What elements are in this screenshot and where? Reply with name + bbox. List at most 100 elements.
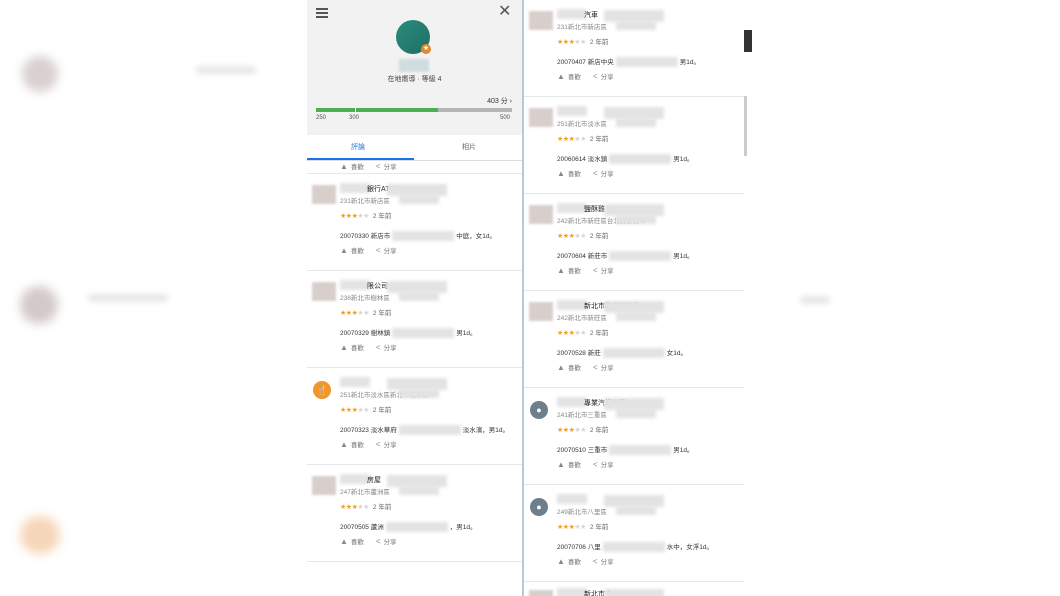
review-text: 20070510 三重市 男1d。: [557, 444, 693, 456]
points-value: 403 分: [487, 98, 508, 105]
thumbs-up-icon[interactable]: ▲: [340, 343, 348, 352]
place-thumbnail[interactable]: [529, 590, 553, 596]
like-button[interactable]: 喜歡: [351, 439, 364, 449]
place-name[interactable]: 鹽酥雞: [584, 204, 605, 214]
share-icon[interactable]: <: [593, 266, 598, 275]
review-text-end: 女1d。: [666, 350, 687, 357]
share-icon[interactable]: <: [593, 72, 598, 81]
thumbs-up-icon[interactable]: ▲: [340, 162, 348, 171]
star-rating: ★★★★★ 2 年前: [557, 424, 608, 434]
place-name[interactable]: 限公司: [367, 281, 388, 291]
place-name-redacted: [604, 589, 664, 596]
share-icon[interactable]: <: [593, 460, 598, 469]
address-redacted: [399, 195, 439, 204]
review-item: ▲ 喜歡 < 分享: [307, 161, 522, 174]
review-text-start: 20070323 淡水華府: [340, 427, 397, 434]
thumbs-up-icon[interactable]: ▲: [340, 246, 348, 255]
share-icon[interactable]: <: [376, 537, 381, 546]
place-thumbnail[interactable]: [529, 205, 553, 224]
address-redacted: [616, 312, 656, 321]
tab-photos[interactable]: 相片: [462, 142, 476, 152]
share-icon[interactable]: <: [593, 557, 598, 566]
share-button[interactable]: 分享: [601, 459, 614, 469]
place-name[interactable]: 汽車: [584, 10, 598, 20]
background-blur-avatar-2: [20, 286, 58, 324]
share-icon[interactable]: <: [376, 440, 381, 449]
place-thumbnail[interactable]: [529, 108, 553, 127]
place-thumbnail[interactable]: [529, 302, 553, 321]
star-rating: ★★★★★ 2 年前: [557, 327, 608, 337]
progress-tick-mark: [355, 108, 356, 112]
star-rating: ★★★★★ 2 年前: [340, 307, 391, 317]
thumbs-up-icon[interactable]: ▲: [340, 537, 348, 546]
review-text-end: ，男1d。: [449, 524, 477, 531]
local-guide-badge-icon: ★: [421, 44, 431, 54]
review-text-redacted: [609, 154, 672, 165]
background-blur-line: [196, 66, 256, 74]
star-icon: ★: [580, 233, 586, 240]
like-button[interactable]: 喜歡: [568, 71, 581, 81]
share-icon[interactable]: <: [593, 169, 598, 178]
like-button[interactable]: 喜歡: [568, 556, 581, 566]
review-text: 20070330 新店市 中庭，女1d。: [340, 230, 496, 242]
share-button[interactable]: 分享: [384, 161, 397, 171]
star-icon: ★: [580, 330, 586, 337]
review-text-redacted: [602, 542, 665, 553]
close-icon[interactable]: ✕: [498, 4, 511, 20]
share-button[interactable]: 分享: [601, 168, 614, 178]
points-link[interactable]: 403 分 ›: [487, 96, 512, 106]
thumbs-up-icon[interactable]: ▲: [557, 363, 565, 372]
review-time: 2 年前: [589, 233, 609, 240]
thumbs-up-icon[interactable]: ▲: [557, 266, 565, 275]
address-redacted: [616, 215, 656, 224]
review-actions: ▲ 喜歡 < 分享: [340, 439, 397, 450]
review-list-left: ▲ 喜歡 < 分享 銀行ATM(231新北市新店區 ★★★★★ 2 年前 20070330 新…: [307, 161, 522, 562]
thumbs-up-icon[interactable]: ▲: [557, 460, 565, 469]
profile-name-redacted: [399, 59, 429, 72]
share-icon[interactable]: <: [376, 162, 381, 171]
share-button[interactable]: 分享: [384, 536, 397, 546]
location-pin-icon: ●: [530, 498, 548, 516]
place-name-redacted: [557, 300, 587, 310]
menu-icon[interactable]: [316, 8, 328, 18]
tick-label-end: 500: [500, 115, 511, 121]
like-button[interactable]: 喜歡: [568, 362, 581, 372]
like-button[interactable]: 喜歡: [568, 265, 581, 275]
place-name-redacted: [340, 474, 370, 484]
review-text-start: 20070528 新莊: [557, 350, 601, 357]
place-thumbnail[interactable]: [312, 476, 336, 495]
place-thumbnail[interactable]: [312, 185, 336, 204]
share-button[interactable]: 分享: [384, 342, 397, 352]
share-button[interactable]: 分享: [601, 556, 614, 566]
share-button[interactable]: 分享: [601, 362, 614, 372]
review-text: 20070528 新莊 女1d。: [557, 347, 687, 359]
place-thumbnail[interactable]: [529, 11, 553, 30]
star-icon: ★: [363, 504, 369, 511]
share-button[interactable]: 分享: [384, 245, 397, 255]
star-icon: ★: [580, 524, 586, 531]
like-button[interactable]: 喜歡: [351, 536, 364, 546]
like-button[interactable]: 喜歡: [568, 168, 581, 178]
place-address: 251新北市淡水區: [557, 121, 607, 128]
review-item: 新北市立220新北: [524, 582, 744, 596]
place-address: 249新北市八里區: [557, 509, 607, 516]
thumbs-up-icon[interactable]: ▲: [557, 72, 565, 81]
share-icon[interactable]: <: [593, 363, 598, 372]
like-button[interactable]: 喜歡: [351, 342, 364, 352]
thumbs-up-icon[interactable]: ▲: [557, 557, 565, 566]
share-icon[interactable]: <: [376, 246, 381, 255]
thumbs-up-icon[interactable]: ▲: [340, 440, 348, 449]
like-button[interactable]: 喜歡: [568, 459, 581, 469]
like-button[interactable]: 喜歡: [351, 245, 364, 255]
share-button[interactable]: 分享: [601, 71, 614, 81]
like-button[interactable]: 喜歡: [351, 161, 364, 171]
address-redacted: [616, 21, 656, 30]
thumbs-up-icon[interactable]: ▲: [557, 169, 565, 178]
tab-reviews[interactable]: 評論: [351, 142, 365, 152]
share-icon[interactable]: <: [376, 343, 381, 352]
review-text-redacted: [385, 522, 448, 533]
place-name[interactable]: 房屋: [367, 475, 381, 485]
place-thumbnail[interactable]: [312, 282, 336, 301]
share-button[interactable]: 分享: [384, 439, 397, 449]
share-button[interactable]: 分享: [601, 265, 614, 275]
